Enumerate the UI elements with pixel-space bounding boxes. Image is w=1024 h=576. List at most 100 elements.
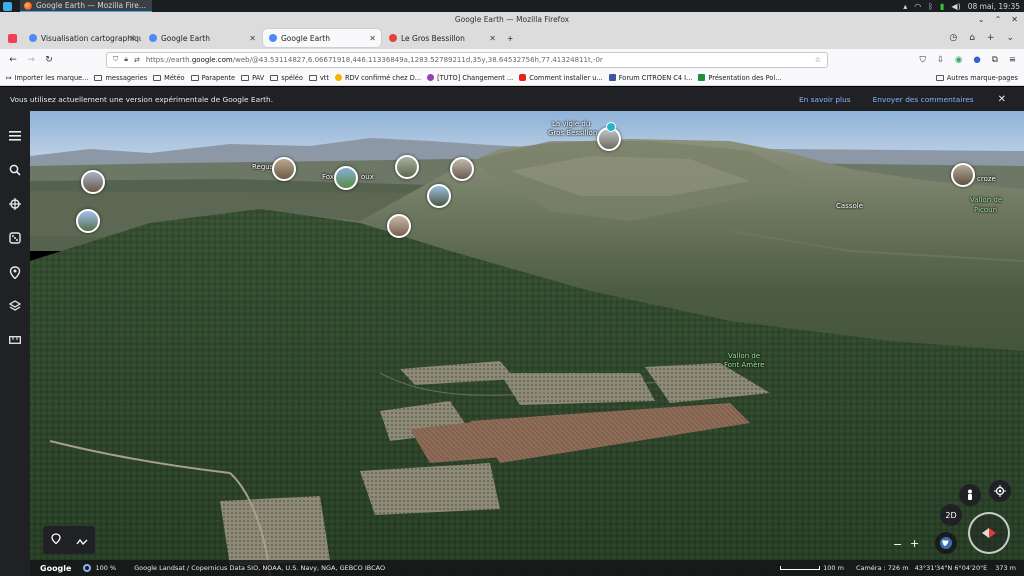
new-tab-plus-icon[interactable]: +: [987, 33, 995, 43]
forward-icon[interactable]: →: [22, 55, 40, 65]
tab-close-icon[interactable]: ✕: [369, 34, 376, 43]
bookmark-folder[interactable]: Météo: [153, 74, 185, 82]
photo-pin[interactable]: [450, 157, 474, 181]
photo-pin[interactable]: [81, 170, 105, 194]
volume-icon[interactable]: ◀): [951, 2, 960, 11]
bookmark-folder[interactable]: PAV: [241, 74, 264, 82]
my-location-button[interactable]: [989, 480, 1011, 502]
permissions-icon[interactable]: ⇄: [134, 56, 140, 64]
place-label-regusse[interactable]: Regus: [252, 163, 273, 171]
tab-google-earth-1[interactable]: Google Earth ✕: [143, 29, 261, 47]
map-tools-panel: [43, 526, 95, 554]
tab-visualisation[interactable]: Visualisation cartographique ✕: [23, 29, 141, 47]
bookmark-folder[interactable]: Parapente: [190, 74, 235, 82]
place-label-croze[interactable]: croze: [977, 175, 996, 183]
place-label-cassole[interactable]: Cassole: [836, 202, 863, 210]
extension-icon[interactable]: ◉: [955, 55, 962, 65]
pegman-button[interactable]: [959, 484, 981, 506]
place-label-font-amere[interactable]: Vallon de: [728, 352, 760, 360]
extensions-puzzle-icon[interactable]: ⧉: [992, 55, 998, 65]
lock-icon[interactable]: 🔒︎: [124, 55, 128, 64]
window-titlebar: Google Earth — Mozilla Firefox ⌄ ⌃ ✕: [0, 12, 1024, 27]
reload-icon[interactable]: ↻: [40, 55, 58, 65]
pinned-tab[interactable]: [3, 29, 21, 47]
home-icon[interactable]: ⌂: [969, 33, 975, 43]
tracking-shield-icon[interactable]: ⛉: [113, 55, 118, 64]
toggle-2d-button[interactable]: 2D: [940, 504, 962, 526]
compass-control[interactable]: [968, 512, 1010, 554]
bookmark-folder[interactable]: vtt: [308, 74, 329, 82]
projects-button[interactable]: [0, 255, 30, 289]
photo-pin[interactable]: [334, 166, 358, 190]
terrain-render[interactable]: [30, 111, 1024, 576]
tab-google-earth-active[interactable]: Google Earth ✕: [263, 29, 381, 47]
bookmark-site[interactable]: Présentation des Pol...: [698, 74, 782, 82]
photo-pin[interactable]: [387, 214, 411, 238]
clock[interactable]: 08 mai, 19:35: [968, 2, 1020, 11]
close-window-icon[interactable]: ✕: [1011, 12, 1018, 27]
banner-message: Vous utilisez actuellement une version e…: [10, 94, 274, 104]
bookmark-site[interactable]: [TUTO] Changement ...: [427, 74, 513, 82]
minimize-icon[interactable]: ⌄: [978, 12, 985, 27]
photo-pin[interactable]: [395, 155, 419, 179]
photo-pin[interactable]: [272, 157, 296, 181]
download-icon[interactable]: ⇩: [937, 55, 944, 65]
bookmark-import[interactable]: ↦ Importer les marque...: [6, 74, 88, 82]
maximize-icon[interactable]: ⌃: [995, 12, 1002, 27]
menu-icon[interactable]: ≡: [1009, 55, 1016, 65]
app-launcher-icon[interactable]: [3, 1, 12, 11]
place-label-font-amere-2[interactable]: Font Amère: [724, 361, 764, 369]
bookmark-folder[interactable]: spéléo: [270, 74, 303, 82]
location-marker-icon[interactable]: [606, 122, 616, 132]
learn-more-link[interactable]: En savoir plus: [799, 95, 851, 104]
place-label-fox-2[interactable]: oux: [361, 173, 374, 181]
send-feedback-link[interactable]: Envoyer des commentaires: [873, 95, 974, 104]
tab-list-icon[interactable]: ⌄: [1006, 33, 1014, 43]
tab-close-icon[interactable]: ✕: [249, 34, 256, 43]
new-tab-button[interactable]: +: [503, 29, 521, 47]
place-label-vallon-picoun[interactable]: Vallon de: [970, 196, 1002, 204]
earth-3d-viewport[interactable]: La vigie du Gros Bessillon Regus Fox oux…: [30, 111, 1024, 576]
taskbar-firefox-task[interactable]: Google Earth — Mozilla Fire...: [20, 0, 152, 12]
measure-button[interactable]: [0, 323, 30, 357]
photo-pin[interactable]: [76, 209, 100, 233]
bookmark-site[interactable]: Forum CITROEN C4 I...: [608, 74, 692, 82]
voyager-button[interactable]: [0, 187, 30, 221]
bookmark-site[interactable]: RDV confirmé chez D...: [334, 74, 421, 82]
wifi-icon[interactable]: ◠: [914, 2, 921, 11]
add-placemark-button[interactable]: [50, 533, 61, 547]
globe-button[interactable]: [935, 532, 957, 554]
zoom-in-button[interactable]: +: [910, 537, 919, 550]
zoom-out-button[interactable]: −: [893, 538, 902, 551]
pocket-save-icon[interactable]: ⛉: [919, 55, 925, 65]
place-label-fox[interactable]: Fox: [322, 173, 334, 181]
bookmark-other-folder[interactable]: Autres marque-pages: [935, 74, 1024, 82]
scale-bar[interactable]: 100 m: [780, 564, 844, 572]
address-bar[interactable]: ⛉ 🔒︎ ⇄ https://earth.google.com/web/@43.…: [106, 51, 828, 68]
data-attribution[interactable]: Google Landsat / Copernicus Data SIO, NO…: [134, 564, 385, 572]
battery-icon[interactable]: ▮: [940, 2, 944, 11]
place-label-vallon-picoun-2[interactable]: Picoun: [974, 206, 997, 214]
tab-close-icon[interactable]: ✕: [489, 34, 496, 43]
bookmark-star-icon[interactable]: ☆: [815, 56, 821, 64]
bluetooth-icon[interactable]: ᛒ: [928, 2, 933, 11]
url-text[interactable]: https://earth.google.com/web/@43.5311482…: [146, 56, 809, 64]
back-icon[interactable]: ←: [4, 55, 22, 65]
place-label-summit[interactable]: La vigie du: [552, 120, 590, 128]
history-icon[interactable]: ◷: [949, 33, 957, 43]
tab-close-icon[interactable]: ✕: [129, 34, 136, 43]
bookmark-folder[interactable]: messageries: [94, 74, 147, 82]
main-menu-button[interactable]: [0, 119, 30, 153]
photo-pin[interactable]: [427, 184, 451, 208]
search-button[interactable]: [0, 153, 30, 187]
add-path-button[interactable]: [75, 531, 88, 550]
feeling-lucky-button[interactable]: [0, 221, 30, 255]
account-icon[interactable]: ●: [973, 55, 980, 65]
bookmark-site[interactable]: Comment installer u...: [519, 74, 603, 82]
close-banner-icon[interactable]: ✕: [998, 94, 1006, 105]
place-label-summit-2[interactable]: Gros Bessillon: [548, 129, 597, 137]
map-style-button[interactable]: [0, 289, 30, 323]
tab-gros-bessillon[interactable]: Le Gros Bessillon ✕: [383, 29, 501, 47]
photo-pin[interactable]: [951, 163, 975, 187]
notification-icon[interactable]: ▴: [903, 2, 907, 11]
